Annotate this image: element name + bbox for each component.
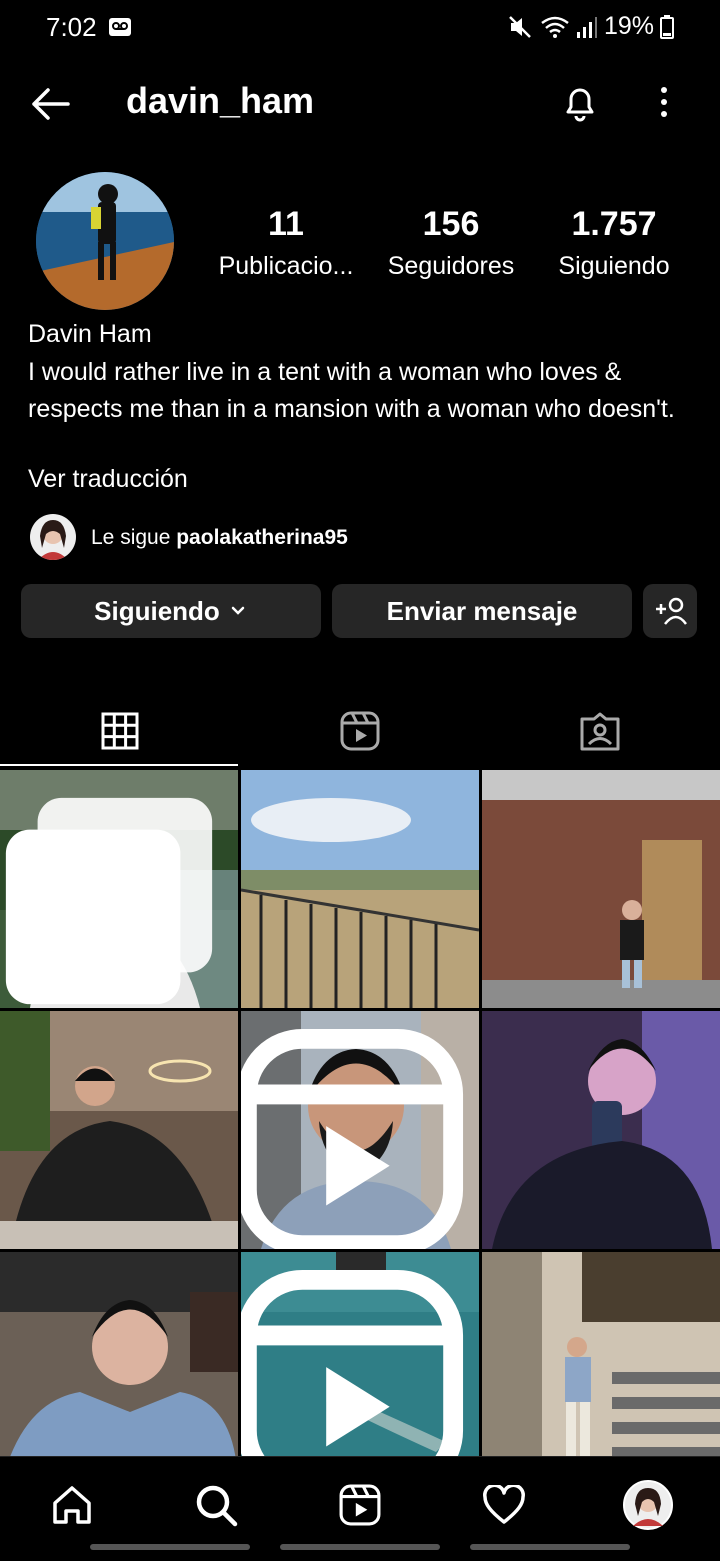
tab-reels[interactable] — [240, 700, 480, 762]
status-right: 19% — [508, 12, 674, 41]
more-options-icon[interactable] — [652, 84, 676, 120]
gesture-bar — [470, 1544, 630, 1550]
wifi-icon — [541, 16, 569, 38]
back-arrow-icon[interactable] — [28, 82, 72, 126]
nav-activity[interactable] — [474, 1475, 534, 1535]
page-title-username: davin_ham — [126, 80, 315, 121]
translate-link[interactable]: Ver traducción — [28, 465, 188, 494]
heart-icon — [483, 1485, 525, 1524]
reels-icon — [241, 1028, 464, 1249]
add-user-icon — [656, 597, 687, 625]
post-thumbnail[interactable] — [0, 770, 238, 1008]
follower-avatar[interactable] — [30, 514, 76, 560]
nav-home[interactable] — [42, 1475, 102, 1535]
following-button[interactable]: Siguiendo — [21, 584, 321, 638]
post-thumbnail[interactable] — [0, 1252, 238, 1490]
nav-search[interactable] — [186, 1475, 246, 1535]
battery-icon — [660, 14, 674, 39]
battery-percent: 19% — [603, 12, 654, 40]
following-label: Siguiendo — [94, 595, 220, 626]
tagged-icon — [580, 712, 620, 751]
tab-grid[interactable] — [0, 700, 240, 762]
post-thumbnail[interactable] — [0, 1011, 238, 1249]
gesture-bar — [280, 1544, 440, 1550]
stat-followers-count: 156 — [422, 205, 480, 243]
reels-icon — [340, 711, 380, 751]
post-thumbnail[interactable] — [482, 770, 720, 1008]
nav-reels[interactable] — [330, 1475, 390, 1535]
stat-followers[interactable]: 156 Seguidores — [366, 205, 536, 281]
post-thumbnail[interactable] — [482, 1011, 720, 1249]
followed-by-prefix: Le sigue — [91, 526, 177, 549]
profile-avatar-icon — [623, 1480, 673, 1530]
chevron-down-icon — [231, 606, 245, 615]
tab-tagged[interactable] — [480, 700, 720, 762]
post-thumbnail[interactable] — [241, 1011, 479, 1249]
voicemail-icon — [109, 18, 131, 36]
status-time: 7:02 — [46, 12, 97, 42]
post-thumbnail[interactable] — [482, 1252, 720, 1490]
send-message-button[interactable]: Enviar mensaje — [332, 584, 632, 638]
post-thumbnail[interactable] — [241, 1252, 479, 1490]
status-bar: 7:02 19% — [0, 0, 720, 56]
reels-icon — [339, 1484, 381, 1526]
post-thumbnail[interactable] — [241, 770, 479, 1008]
stat-posts-count: 11 — [268, 205, 304, 243]
active-tab-indicator — [0, 764, 238, 766]
gesture-bar — [90, 1544, 250, 1550]
followed-by-user: paolakatherina95 — [176, 526, 348, 549]
send-message-label: Enviar mensaje — [386, 595, 578, 626]
search-icon — [196, 1485, 238, 1527]
mute-icon — [509, 15, 531, 38]
home-icon — [53, 1486, 91, 1524]
stat-posts-label: Publicacio... — [218, 252, 354, 280]
add-user-button[interactable] — [643, 584, 697, 638]
stat-following-label: Siguiendo — [558, 252, 670, 280]
profile-name: Davin Ham — [28, 320, 152, 348]
bell-icon[interactable] — [560, 82, 600, 122]
stat-followers-label: Seguidores — [387, 252, 515, 280]
carousel-icon — [5, 797, 213, 1005]
stat-following[interactable]: 1.757 Siguiendo — [529, 205, 699, 281]
grid-icon — [101, 712, 139, 750]
stat-following-count: 1.757 — [571, 205, 657, 243]
stat-posts[interactable]: 11 Publicacio... — [201, 205, 371, 281]
followed-by-text[interactable]: Le sigue paolakatherina95 — [91, 526, 348, 550]
profile-bio: I would rather live in a tent with a wom… — [28, 358, 675, 423]
signal-icon — [576, 16, 597, 38]
nav-profile[interactable] — [618, 1475, 678, 1535]
profile-avatar[interactable] — [36, 172, 174, 310]
